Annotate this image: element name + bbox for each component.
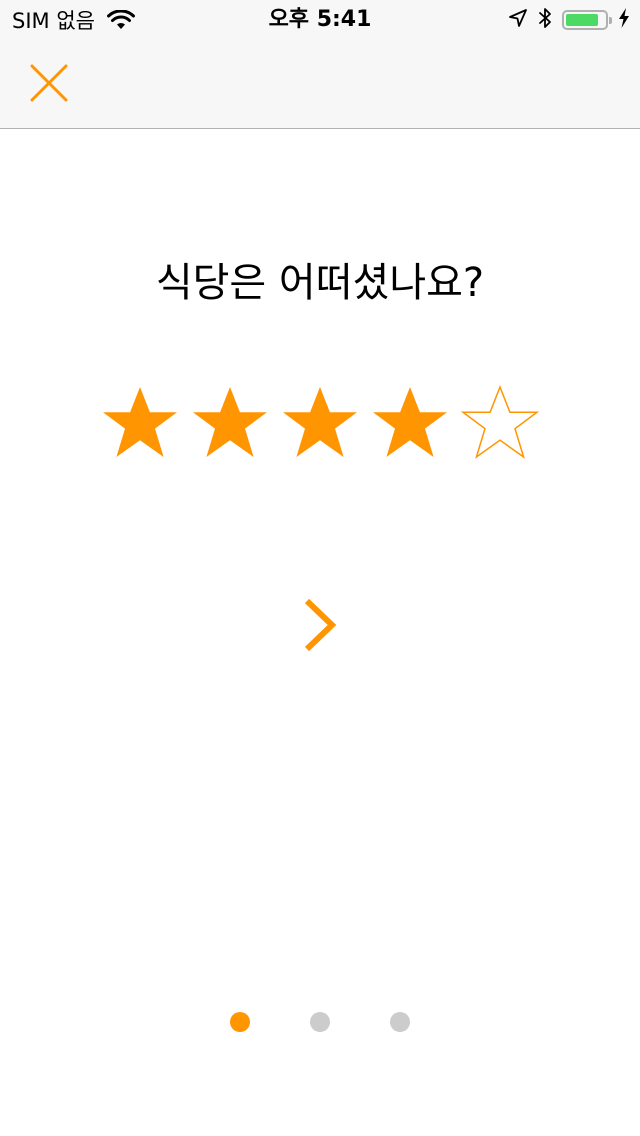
status-bar: SIM 없음 오후 5:41 xyxy=(0,0,640,40)
location-arrow-icon xyxy=(508,8,528,32)
question-title: 식당은 어떠셨나요? xyxy=(155,260,485,306)
page-indicator xyxy=(230,1012,410,1032)
battery-level xyxy=(566,14,598,26)
bluetooth-icon xyxy=(538,7,552,33)
battery-icon xyxy=(562,10,612,30)
close-button[interactable] xyxy=(22,56,76,110)
star-filled-icon[interactable] xyxy=(280,384,360,464)
close-icon xyxy=(30,64,68,102)
page-dot[interactable] xyxy=(310,1012,330,1032)
next-button[interactable] xyxy=(290,590,350,660)
star-filled-icon[interactable] xyxy=(370,384,450,464)
page-dot[interactable] xyxy=(230,1012,250,1032)
star-rating xyxy=(100,384,540,464)
star-empty-icon[interactable] xyxy=(460,384,540,464)
charging-bolt-icon xyxy=(618,8,630,32)
status-right xyxy=(508,6,630,34)
page-dot[interactable] xyxy=(390,1012,410,1032)
chevron-right-icon xyxy=(304,598,337,652)
star-filled-icon[interactable] xyxy=(100,384,180,464)
nav-bar xyxy=(0,40,640,129)
star-filled-icon[interactable] xyxy=(190,384,270,464)
